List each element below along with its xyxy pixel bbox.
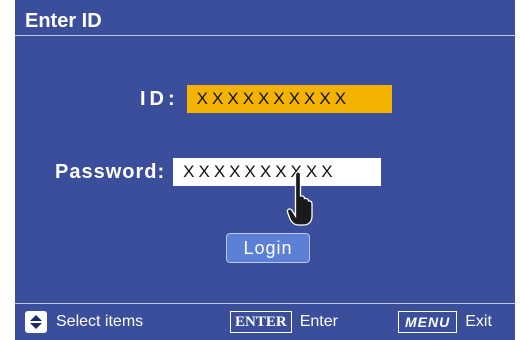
select-items-label: Select items (56, 313, 144, 330)
footer-hints: Select items ENTER Enter MENU Exit (15, 305, 515, 340)
id-row: ID: XXXXXXXXXX (140, 85, 392, 113)
login-button[interactable]: Login (226, 233, 310, 263)
up-down-arrows-icon (25, 311, 47, 333)
menu-key-badge: MENU (398, 311, 458, 333)
hint-exit: MENU Exit (398, 311, 492, 333)
header-divider (15, 35, 515, 36)
hand-pointer-icon (286, 171, 313, 226)
hint-select-items: Select items (25, 311, 143, 333)
page-title: Enter ID (25, 10, 102, 32)
enter-key-badge: ENTER (230, 311, 292, 333)
password-row: Password: XXXXXXXXXX (55, 158, 382, 186)
password-field[interactable]: XXXXXXXXXX (173, 158, 382, 186)
hint-enter: ENTER Enter (230, 311, 338, 333)
footer-divider (15, 303, 515, 304)
password-label: Password: (55, 160, 166, 183)
osd-screen: Enter ID ID: XXXXXXXXXX Password: XXXXXX… (15, 0, 515, 340)
enter-label: Enter (299, 313, 338, 330)
id-label: ID: (140, 87, 179, 110)
id-field[interactable]: XXXXXXXXXX (186, 85, 392, 113)
exit-label: Exit (465, 313, 492, 330)
